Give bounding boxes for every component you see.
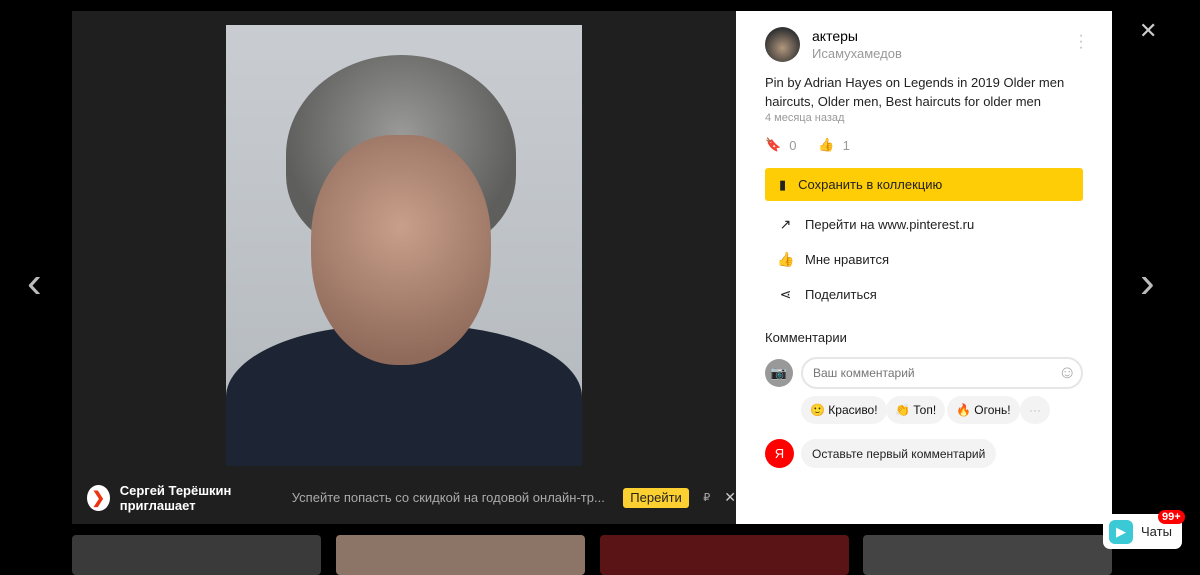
ad-sender: Сергей Терёшкин приглашает [119, 482, 232, 513]
chats-icon: ▶ [1109, 519, 1133, 544]
likes-count: 1 [842, 137, 850, 153]
bookmark-icon: ▮ [779, 176, 787, 192]
thumbnail[interactable] [863, 535, 1112, 575]
chip-top[interactable]: 👏 Топ! [886, 396, 946, 424]
save-to-collection-button[interactable]: ▮ Сохранить в коллекцию [765, 168, 1083, 201]
emoji-icon[interactable]: ☺ [1058, 362, 1076, 383]
more-menu-icon[interactable]: · · · [1076, 28, 1086, 56]
comment-input[interactable] [801, 357, 1083, 389]
goto-source-link[interactable]: ↗ Перейти на www.pinterest.ru [777, 216, 975, 233]
next-arrow-icon[interactable]: › [1140, 258, 1155, 308]
thumbs-up-icon: 👍 [777, 251, 795, 267]
goto-label: Перейти на www.pinterest.ru [805, 217, 975, 232]
bookmark-icon: 🔖 [765, 137, 782, 152]
external-link-icon: ↗ [779, 216, 792, 232]
ad-currency-icon[interactable]: ₽ [703, 491, 710, 504]
thumbnail[interactable] [336, 535, 585, 575]
thumbnail[interactable] [600, 535, 849, 575]
close-icon[interactable]: ✕ [1139, 18, 1157, 44]
like-label: Мне нравится [805, 252, 890, 267]
share-label: Поделиться [805, 287, 877, 302]
ad-logo-icon: ❯ [87, 484, 110, 511]
user-name[interactable]: Исамухамедов [812, 46, 902, 61]
avatar[interactable] [765, 27, 800, 62]
yandex-avatar: Я [765, 439, 794, 468]
save-label: Сохранить в коллекцию [798, 177, 943, 192]
image-viewer: ❯ Сергей Терёшкин приглашает Успейте поп… [72, 11, 736, 524]
collection-name[interactable]: актеры [812, 28, 858, 44]
share-icon: ⋖ [779, 286, 792, 302]
ad-text[interactable]: Успейте попасть со скидкой на годовой он… [292, 490, 605, 505]
like-button[interactable]: 👍 Мне нравится [777, 251, 889, 268]
main-photo[interactable] [226, 25, 582, 466]
thumbnail[interactable] [72, 535, 321, 575]
stats: 🔖 0 👍 1 [765, 137, 850, 153]
description: Pin by Adrian Hayes on Legends in 2019 O… [765, 75, 1065, 109]
first-comment-prompt[interactable]: Оставьте первый комментарий [801, 439, 997, 468]
camera-icon[interactable]: 📷 [765, 359, 793, 387]
share-button[interactable]: ⋖ Поделиться [777, 286, 877, 303]
more-chips-icon[interactable]: ··· [1020, 396, 1050, 424]
ad-close-icon[interactable]: ✕ [724, 489, 736, 506]
comments-title: Комментарии [765, 330, 847, 345]
chats-badge: 99+ [1158, 510, 1185, 524]
chats-label: Чаты [1141, 524, 1172, 539]
ad-go-button[interactable]: Перейти [622, 487, 690, 508]
prev-arrow-icon[interactable]: ‹ [27, 258, 42, 308]
info-panel: актеры Исамухамедов · · · Pin by Adrian Ha… [736, 11, 1112, 524]
chip-beautiful[interactable]: 🙂 Красиво! [801, 396, 887, 424]
thumbs-up-icon: 👍 [818, 137, 835, 152]
ad-banner: ❯ Сергей Терёшкин приглашает Успейте поп… [72, 481, 736, 514]
chip-fire[interactable]: 🔥 Огонь! [947, 396, 1020, 424]
timestamp: 4 месяца назад [765, 112, 845, 124]
saves-count: 0 [789, 137, 797, 153]
